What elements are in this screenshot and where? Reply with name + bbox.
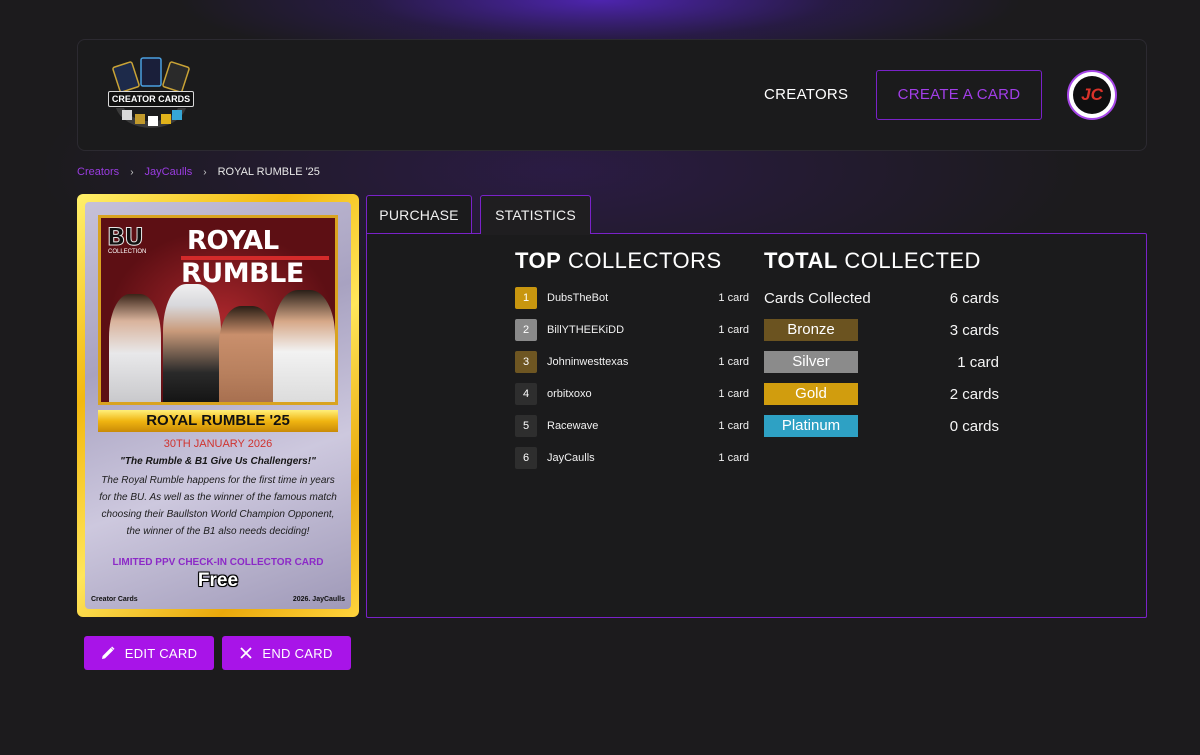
breadcrumb: Creators › JayCaulls › ROYAL RUMBLE '25 [77, 166, 320, 178]
collector-count-3: 1 card [718, 356, 749, 368]
tier-value-bronze: 3 cards [949, 322, 999, 339]
wrestler-figure-4 [273, 290, 335, 402]
cards-collected-value: 6 cards [949, 290, 999, 307]
breadcrumb-jaycaulls[interactable]: JayCaulls [145, 166, 193, 178]
create-card-button[interactable]: CREATE A CARD [876, 70, 1042, 120]
wrestler-figure-3 [219, 306, 275, 402]
tier-badge-platinum: Platinum [764, 415, 858, 437]
collector-name-5[interactable]: Racewave [547, 420, 598, 432]
end-card-button[interactable]: END CARD [222, 636, 351, 670]
collector-name-4[interactable]: orbitxoxo [547, 388, 592, 400]
rank-badge-3: 3 [515, 351, 537, 373]
collector-count-2: 1 card [718, 324, 749, 336]
collector-count-6: 1 card [718, 452, 749, 464]
card-footer-credit: 2026. JayCaulls [292, 596, 345, 603]
rank-badge-4: 4 [515, 383, 537, 405]
edit-card-button[interactable]: EDIT CARD [84, 636, 214, 670]
card-description: The Royal Rumble happens for the first t… [99, 475, 337, 537]
tier-badge-gold: Gold [764, 383, 858, 405]
total-collected-title: TOTAL COLLECTED [764, 248, 981, 274]
rank-badge-1: 1 [515, 287, 537, 309]
rank-badge-6: 6 [515, 447, 537, 469]
avatar-initials: JC [1073, 76, 1111, 114]
collector-name-2[interactable]: BillYTHEEKiDD [547, 324, 624, 336]
tier-badge-bronze: Bronze [764, 319, 858, 341]
top-collectors-title: TOP COLLECTORS [515, 248, 722, 274]
artwork-title-line1: ROYAL [187, 226, 279, 256]
site-header: CREATOR CARDS CREATORS CREATE A CARD JC [77, 39, 1147, 151]
card-price: Free [197, 570, 239, 591]
collector-name-6[interactable]: JayCaulls [547, 452, 595, 464]
total-collected-title-rest: COLLECTED [837, 248, 981, 273]
tier-badge-silver: Silver [764, 351, 858, 373]
pencil-icon [101, 646, 115, 660]
card-limited-label: LIMITED PPV CHECK-IN COLLECTOR CARD [112, 557, 324, 568]
collector-name-1[interactable]: DubsTheBot [547, 292, 608, 304]
avatar-initials-text: JC [1081, 85, 1103, 104]
creator-cards-logo[interactable]: CREATOR CARDS [108, 56, 194, 134]
artwork-bu-subtitle: COLLECTION [108, 249, 147, 255]
collector-count-5: 1 card [718, 420, 749, 432]
tier-value-silver: 1 card [957, 354, 999, 371]
top-collectors-title-rest: COLLECTORS [561, 248, 722, 273]
total-collected-title-bold: TOTAL [764, 248, 838, 273]
chevron-right-icon: › [203, 166, 207, 178]
card-title: ROYAL RUMBLE '25 [98, 410, 338, 432]
breadcrumb-creators[interactable]: Creators [77, 166, 119, 178]
collector-count-1: 1 card [718, 292, 749, 304]
collector-name-3[interactable]: Johninwesttexas [547, 356, 628, 368]
card-body: BU COLLECTION ROYAL RUMBLE ROYAL RUMBLE … [85, 202, 351, 609]
close-icon [240, 647, 252, 659]
card-artwork: BU COLLECTION ROYAL RUMBLE [98, 215, 338, 405]
rank-badge-5: 5 [515, 415, 537, 437]
statistics-panel [366, 233, 1147, 618]
logo-text: CREATOR CARDS [108, 91, 194, 107]
tab-statistics[interactable]: STATISTICS [480, 195, 591, 235]
tab-purchase[interactable]: PURCHASE [366, 195, 472, 233]
tier-value-platinum: 0 cards [949, 418, 999, 435]
top-collectors-title-bold: TOP [515, 248, 562, 273]
edit-card-label: EDIT CARD [124, 645, 198, 661]
artwork-bu-logo: BU [107, 223, 145, 252]
end-card-label: END CARD [262, 645, 333, 661]
breadcrumb-current: ROYAL RUMBLE '25 [217, 166, 320, 178]
card-footer-brand: Creator Cards [91, 596, 138, 603]
user-avatar[interactable]: JC [1067, 70, 1117, 120]
active-tab-connector [481, 232, 590, 235]
cards-collected-label: Cards Collected [764, 290, 871, 307]
collector-card: BU COLLECTION ROYAL RUMBLE ROYAL RUMBLE … [77, 194, 359, 617]
rank-badge-2: 2 [515, 319, 537, 341]
collector-count-4: 1 card [718, 388, 749, 400]
wrestler-figure-1 [109, 294, 161, 402]
card-quote: "The Rumble & B1 Give Us Challengers!" [120, 456, 316, 467]
chevron-right-icon: › [130, 166, 134, 178]
tier-value-gold: 2 cards [949, 386, 999, 403]
card-date: 30TH JANUARY 2026 [163, 438, 273, 450]
nav-creators-link[interactable]: CREATORS [764, 86, 848, 103]
wrestler-figure-2 [163, 284, 221, 402]
